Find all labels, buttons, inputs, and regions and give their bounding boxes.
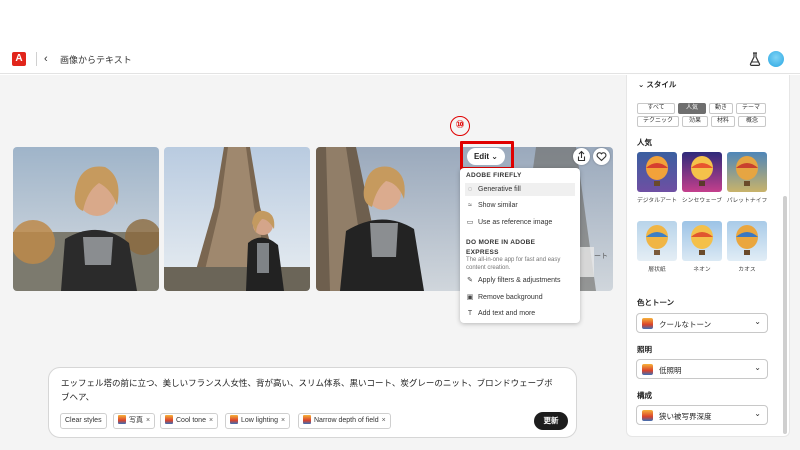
- lighting-select[interactable]: 低照明 ⌄: [636, 359, 768, 379]
- menu-section-description: The all-in-one app for fast and easy con…: [466, 257, 561, 271]
- favorite-button[interactable]: [593, 148, 610, 165]
- menu-item-show-similar[interactable]: ≈ Show similar: [465, 199, 575, 212]
- balloon-thumb-icon: [642, 410, 653, 421]
- page-title: 画像からテキスト: [60, 55, 132, 65]
- style-chip-narrow-dof[interactable]: Narrow depth of field ×: [298, 413, 391, 429]
- menu-section-firefly: ADOBE FIREFLY: [466, 172, 522, 179]
- prompt-input[interactable]: エッフェル塔の前に立つ、美しいフランス人女性、背が高い、スリム体系、黒いコート、…: [61, 376, 561, 404]
- balloon-thumb-icon: [303, 415, 311, 424]
- menu-item-generative-fill[interactable]: ◌ Generative fill: [465, 183, 575, 196]
- chevron-down-icon: ⌄: [754, 317, 761, 326]
- style-tile-chaos[interactable]: [727, 221, 767, 261]
- balloon-icon: [691, 225, 713, 255]
- popular-heading: 人気: [637, 138, 652, 147]
- tag-material[interactable]: 材料: [711, 116, 735, 127]
- balloon-thumb-icon: [118, 415, 126, 424]
- color-tone-select[interactable]: クールなトーン ⌄: [636, 313, 768, 333]
- composition-select[interactable]: 狭い被写界深度 ⌄: [636, 405, 768, 425]
- share-icon: [577, 150, 586, 162]
- style-tile-layered-paper[interactable]: [637, 221, 677, 261]
- generate-button[interactable]: 更新: [534, 412, 568, 430]
- style-tile-synthwave[interactable]: [682, 152, 722, 192]
- style-label: 層状紙: [648, 267, 666, 273]
- tag-all[interactable]: すべて: [637, 103, 675, 114]
- style-label: パレットナイフ: [726, 198, 768, 204]
- lighting-value: 低照明: [659, 366, 682, 375]
- menu-section-express: DO MORE IN ADOBE EXPRESS: [466, 239, 536, 256]
- style-section-heading[interactable]: ⌄ スタイル: [638, 79, 676, 90]
- panel-scrollbar[interactable]: [783, 196, 787, 434]
- remove-chip-icon[interactable]: ×: [146, 417, 150, 424]
- share-button[interactable]: [573, 148, 590, 165]
- style-tile-neon[interactable]: [682, 221, 722, 261]
- result-image-2[interactable]: [164, 147, 310, 291]
- menu-item-remove-background[interactable]: ▣ Remove background: [465, 291, 575, 304]
- adobe-logo[interactable]: A: [12, 52, 26, 66]
- show-similar-icon: ≈: [468, 202, 472, 209]
- text-icon: T: [467, 310, 473, 317]
- menu-item-apply-filters[interactable]: ✎ Apply filters & adjustments: [465, 274, 575, 287]
- header-divider: [36, 52, 37, 66]
- generative-fill-icon: ◌: [467, 186, 473, 193]
- composition-heading: 構成: [637, 391, 652, 400]
- color-tone-heading: 色とトーン: [637, 298, 675, 307]
- edit-button[interactable]: Edit ⌄: [467, 148, 505, 165]
- top-blank-area: [0, 0, 800, 45]
- lighting-heading: 照明: [637, 345, 652, 354]
- balloon-icon: [736, 225, 758, 255]
- chevron-down-icon: ⌄: [754, 363, 761, 372]
- style-chip-photo[interactable]: 写真 ×: [113, 413, 156, 429]
- balloon-icon: [646, 156, 668, 186]
- style-chip-low-lighting[interactable]: Low lighting ×: [225, 413, 291, 429]
- balloon-icon: [691, 156, 713, 186]
- tag-popular[interactable]: 人気: [678, 103, 706, 114]
- style-label: カオス: [738, 267, 756, 273]
- remove-chip-icon[interactable]: ×: [382, 417, 386, 424]
- style-tile-digital-art[interactable]: [637, 152, 677, 192]
- filters-icon: ✎: [467, 277, 473, 284]
- balloon-icon: [646, 225, 668, 255]
- clear-styles-button[interactable]: Clear styles: [60, 413, 107, 429]
- style-tile-palette-knife[interactable]: [727, 152, 767, 192]
- color-tone-value: クールなトーン: [659, 320, 712, 329]
- flask-icon[interactable]: [749, 52, 761, 66]
- balloon-thumb-icon: [642, 318, 653, 329]
- menu-item-use-reference[interactable]: ▭ Use as reference image: [465, 216, 575, 229]
- composition-value: 狭い被写界深度: [659, 412, 712, 421]
- partial-overlay-text: ート: [594, 253, 608, 260]
- remove-chip-icon[interactable]: ×: [281, 417, 285, 424]
- reference-image-icon: ▭: [466, 219, 474, 226]
- tag-theme[interactable]: テーマ: [736, 103, 766, 114]
- balloon-icon: [736, 156, 758, 186]
- tag-technique[interactable]: テクニック: [637, 116, 679, 127]
- tag-motion[interactable]: 動き: [709, 103, 733, 114]
- remove-chip-icon[interactable]: ×: [209, 417, 213, 424]
- annotation-10: ⑩: [450, 116, 470, 136]
- heart-icon: [596, 152, 607, 162]
- style-label: シンセウェーブ: [681, 198, 723, 204]
- menu-item-add-text[interactable]: T Add text and more: [465, 307, 575, 320]
- remove-background-icon: ▣: [466, 294, 474, 301]
- back-button[interactable]: ‹: [44, 52, 48, 66]
- tag-effect[interactable]: 効果: [682, 116, 708, 127]
- result-image-1[interactable]: [13, 147, 159, 291]
- style-label: デジタルアート: [636, 198, 678, 204]
- style-chip-cool-tone[interactable]: Cool tone ×: [160, 413, 219, 429]
- user-avatar[interactable]: [768, 51, 784, 67]
- balloon-thumb-icon: [165, 415, 173, 424]
- edit-dropdown-menu: ADOBE FIREFLY ◌ Generative fill ≈ Show sim…: [460, 168, 580, 323]
- balloon-thumb-icon: [642, 364, 653, 375]
- chevron-down-icon: ⌄: [754, 409, 761, 418]
- balloon-thumb-icon: [230, 415, 238, 424]
- tag-concept[interactable]: 概念: [738, 116, 766, 127]
- style-label: ネオン: [693, 267, 711, 273]
